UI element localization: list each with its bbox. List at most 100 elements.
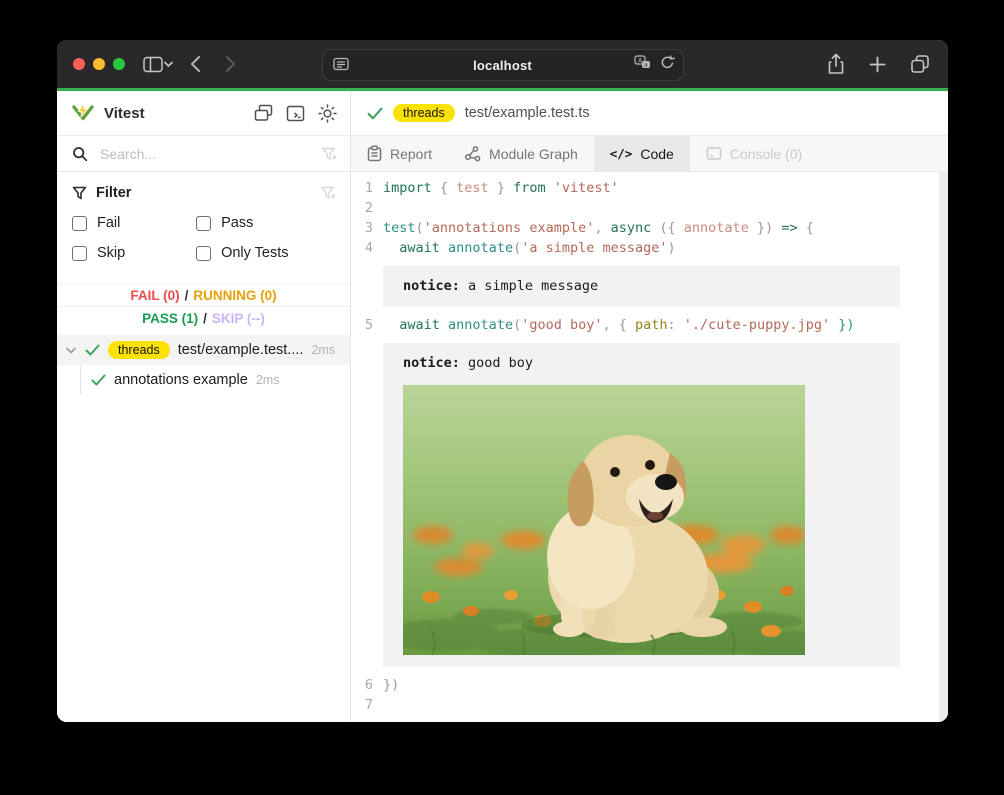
line-number: 2 <box>351 198 373 218</box>
stats-line-2: PASS (1)/SKIP (--) <box>57 306 350 329</box>
tab-bar: Report Module Graph </> Code Console <box>351 136 948 172</box>
annotation-label: notice: <box>403 278 460 294</box>
tab-label: Code <box>640 146 673 162</box>
module-graph-icon <box>464 146 481 162</box>
tab-code[interactable]: </> Code <box>594 136 690 171</box>
tab-module-graph[interactable]: Module Graph <box>448 136 594 171</box>
fail-count: FAIL (0) <box>130 288 179 303</box>
open-file-name: test/example.test.ts <box>465 105 590 121</box>
tab-report[interactable]: Report <box>351 136 448 171</box>
annotation-box: notice: a simple message <box>383 266 900 307</box>
checkbox[interactable] <box>72 216 87 231</box>
filter-checkbox-fail[interactable]: Fail <box>72 215 196 231</box>
checkbox-label: Fail <box>97 215 120 231</box>
test-case-name: annotations example <box>114 372 248 388</box>
tab-console: Console (0) <box>690 136 818 171</box>
clear-search-filter-icon[interactable] <box>322 147 337 161</box>
search-input[interactable] <box>98 145 312 163</box>
puppy-image[interactable] <box>403 385 805 655</box>
annotation-label: notice: <box>403 355 460 371</box>
share-icon[interactable] <box>827 53 845 75</box>
search-icon <box>72 146 88 162</box>
checkbox[interactable] <box>196 246 211 261</box>
line-number: 4 <box>351 238 373 258</box>
browser-titlebar: localhost Aa <box>57 40 948 88</box>
page-reader-icon[interactable] <box>333 56 349 72</box>
theme-toggle-sun-icon[interactable] <box>318 104 337 123</box>
sidebar-toggle-icon[interactable] <box>143 56 163 73</box>
app-title: Vitest <box>104 105 254 122</box>
checkbox[interactable] <box>72 246 87 261</box>
chevron-down-icon[interactable] <box>65 346 77 355</box>
line-number: 7 <box>351 695 373 715</box>
code-line: 5 await annotate('good boy', { path: './… <box>351 315 948 335</box>
back-icon[interactable] <box>190 55 201 73</box>
dashboard-icon[interactable] <box>254 104 273 122</box>
annotation-box: notice: good boy <box>383 343 900 667</box>
window-controls <box>73 58 125 70</box>
code-line: 1import { test } from 'vitest' <box>351 178 948 198</box>
stats-line-1: FAIL (0)/RUNNING (0) <box>57 283 350 306</box>
filter-section: Filter Fail Pass Skip Only Tests <box>57 172 350 271</box>
file-header: threads test/example.test.ts <box>351 91 948 136</box>
new-tab-icon[interactable] <box>869 56 886 73</box>
filter-checkbox-skip[interactable]: Skip <box>72 245 196 261</box>
test-stats: FAIL (0)/RUNNING (0) PASS (1)/SKIP (--) <box>57 283 350 329</box>
code-line: 3test('annotations example', async ({ an… <box>351 218 948 238</box>
console-panel-icon[interactable] <box>286 105 305 122</box>
sidebar: Vitest <box>57 91 351 722</box>
test-tree: threads test/example.test.... 2ms annota… <box>57 335 350 394</box>
test-file-row[interactable]: threads test/example.test.... 2ms <box>57 335 350 365</box>
console-window-icon <box>706 146 722 161</box>
url-text: localhost <box>473 58 532 73</box>
line-number: 5 <box>351 315 373 335</box>
filter-checkbox-pass[interactable]: Pass <box>196 215 336 231</box>
vertical-scrollbar[interactable] <box>939 172 948 722</box>
forward-icon[interactable] <box>225 55 236 73</box>
code-line: 7 <box>351 695 948 715</box>
reload-icon[interactable] <box>660 55 675 70</box>
checkbox-label: Only Tests <box>221 245 288 261</box>
tab-label: Console (0) <box>730 146 802 162</box>
checkbox-label: Skip <box>97 245 125 261</box>
code-viewer: 1import { test } from 'vitest'23test('an… <box>351 172 948 722</box>
tab-label: Module Graph <box>489 146 578 162</box>
line-number: 6 <box>351 675 373 695</box>
tab-overview-icon[interactable] <box>910 54 930 74</box>
vitest-logo <box>71 102 95 124</box>
code-rows: 1import { test } from 'vitest'23test('an… <box>351 172 948 715</box>
address-bar[interactable]: localhost Aa <box>322 49 684 81</box>
test-file-name: test/example.test.... <box>178 342 304 358</box>
filter-funnel-icon <box>72 186 87 200</box>
svg-text:a: a <box>644 63 647 69</box>
pool-badge: threads <box>108 341 170 359</box>
checkbox[interactable] <box>196 216 211 231</box>
browser-window: localhost Aa <box>57 40 948 722</box>
traffic-light-zoom[interactable] <box>113 58 125 70</box>
report-clipboard-icon <box>367 145 382 162</box>
line-number: 3 <box>351 218 373 238</box>
line-number: 1 <box>351 178 373 198</box>
code-line: 4 await annotate('a simple message') <box>351 238 948 258</box>
translate-icon[interactable]: Aa <box>634 55 652 70</box>
code-line: 6}) <box>351 675 948 695</box>
traffic-light-close[interactable] <box>73 58 85 70</box>
filter-checkbox-only-tests[interactable]: Only Tests <box>196 245 336 261</box>
test-case-duration: 2ms <box>256 373 280 387</box>
check-icon <box>367 107 383 120</box>
check-icon <box>85 344 100 356</box>
chevron-down-icon[interactable] <box>163 60 174 68</box>
running-count: RUNNING (0) <box>193 288 276 303</box>
check-icon <box>91 374 106 386</box>
tab-label: Report <box>390 146 432 162</box>
traffic-light-minimize[interactable] <box>93 58 105 70</box>
filter-title: Filter <box>96 185 312 201</box>
main-panel: threads test/example.test.ts Report Modu… <box>351 91 948 722</box>
skip-count: SKIP (--) <box>212 311 265 326</box>
code-line: 2 <box>351 198 948 218</box>
test-case-row[interactable]: annotations example 2ms <box>57 365 350 394</box>
pool-badge: threads <box>393 104 455 122</box>
clear-filter-icon[interactable] <box>321 186 336 200</box>
pass-count: PASS (1) <box>142 311 198 326</box>
checkbox-label: Pass <box>221 215 253 231</box>
